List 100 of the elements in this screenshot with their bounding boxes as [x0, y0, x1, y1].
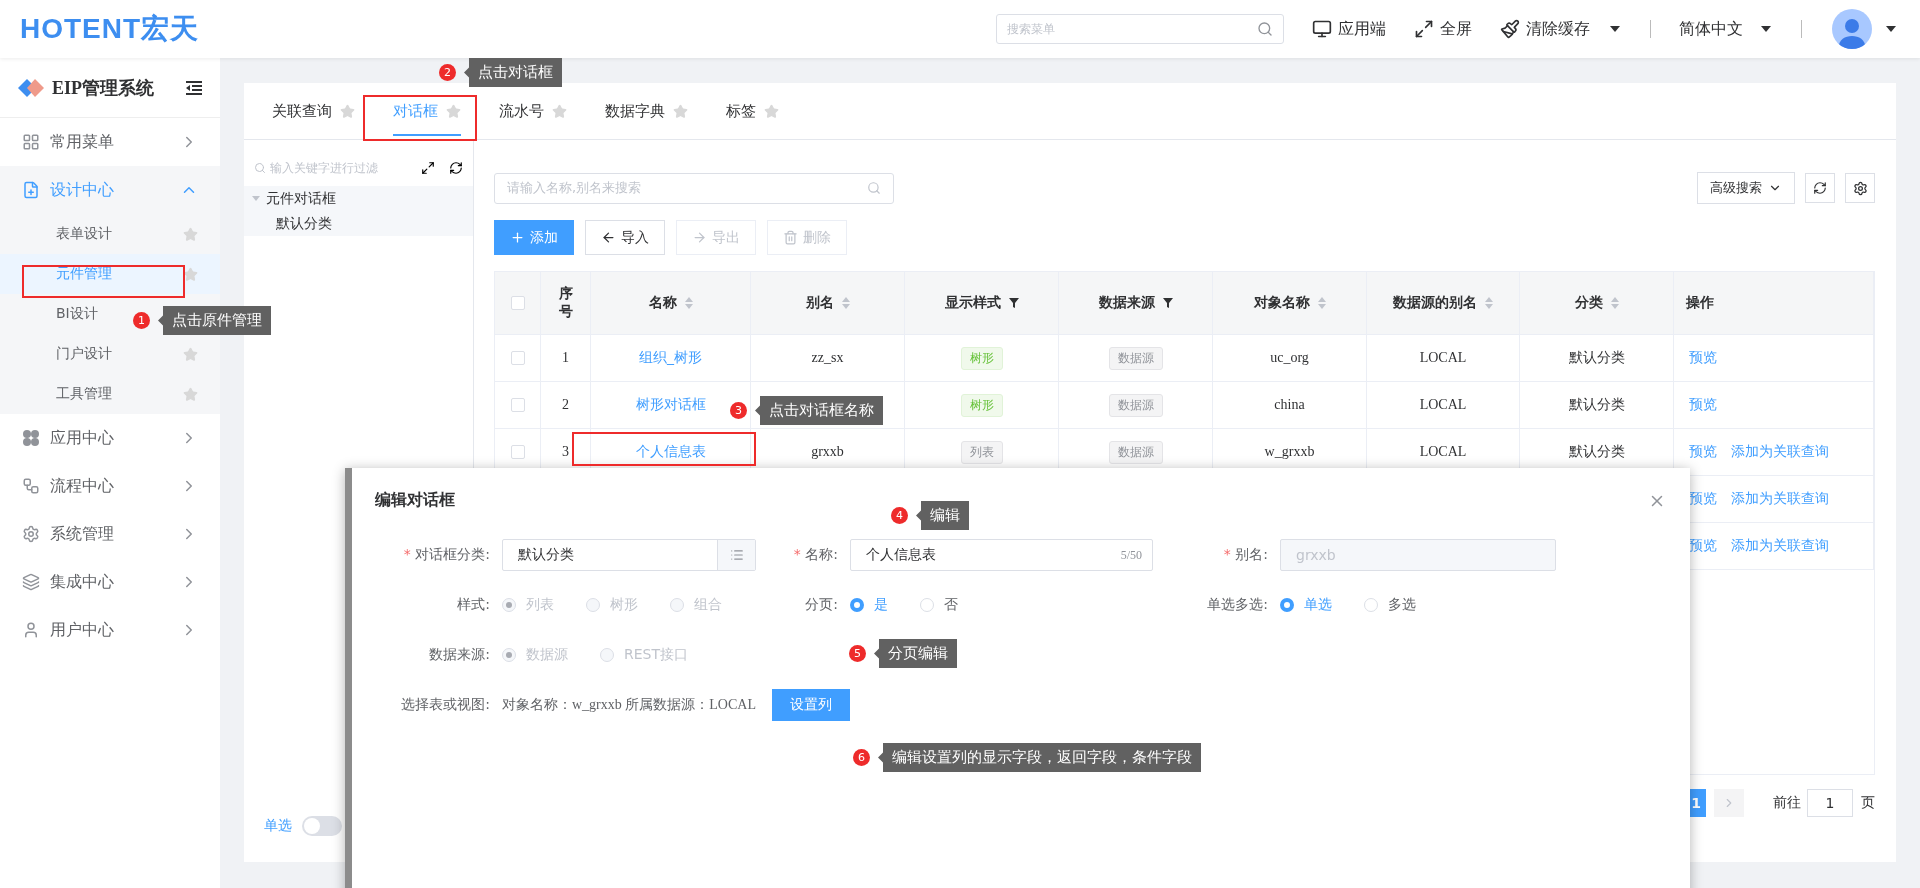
source-tag: 数据源 — [1108, 346, 1163, 370]
star-icon[interactable] — [183, 266, 198, 282]
tree-node[interactable]: 元件对话框 — [244, 186, 473, 211]
filter-icon[interactable] — [1162, 298, 1173, 308]
toolbar-button[interactable]: 添加 — [494, 220, 574, 255]
page-suffix: 页 — [1861, 794, 1875, 812]
settings-icon — [1852, 180, 1868, 196]
table-cell: 3 — [562, 444, 569, 460]
menu-search-field[interactable]: 搜索菜单 — [996, 14, 1284, 44]
header-action[interactable]: 清除缓存 — [1526, 18, 1590, 40]
star-icon[interactable] — [552, 103, 567, 119]
star-icon[interactable] — [183, 346, 198, 362]
advanced-search-button[interactable]: 高级搜索 — [1697, 172, 1795, 204]
action-link[interactable]: 预览 — [1689, 349, 1717, 367]
star-icon[interactable] — [183, 226, 198, 242]
text-field[interactable]: 个人信息表 5/50 — [850, 539, 1153, 571]
tab[interactable]: 对话框 — [393, 96, 461, 136]
radio-option[interactable]: 单选 — [1280, 596, 1332, 614]
radio-option[interactable]: 是 — [850, 596, 888, 614]
sort-icon[interactable] — [1317, 297, 1326, 309]
category-select[interactable]: 默认分类 — [502, 539, 756, 571]
file-plus-icon — [22, 181, 40, 199]
refresh-icon[interactable] — [449, 161, 463, 175]
step-tooltip: 分页编辑 — [874, 639, 957, 668]
star-icon[interactable] — [446, 103, 461, 119]
sort-icon[interactable] — [1610, 297, 1619, 309]
page-input[interactable]: 1 — [1807, 789, 1853, 817]
column-header: 数据源的别名 — [1393, 294, 1477, 312]
step-tooltip: 编辑设置列的显示字段，返回字段，条件字段 — [878, 743, 1201, 772]
tab[interactable]: 流水号 — [499, 96, 567, 136]
step-tooltip: 点击原件管理 — [158, 306, 271, 335]
submenu-item[interactable]: 工具管理 — [0, 374, 220, 414]
style-tag: 树形 — [960, 346, 1003, 370]
caret-icon[interactable] — [1761, 26, 1771, 32]
star-icon[interactable] — [764, 103, 779, 119]
action-link[interactable]: 预览 — [1689, 443, 1717, 461]
field-label: * 对话框分类: — [402, 546, 490, 564]
radio-option[interactable]: 否 — [920, 596, 958, 614]
checkbox[interactable] — [510, 398, 525, 412]
caret-icon[interactable] — [1610, 26, 1620, 32]
set-columns-button[interactable]: 设置列 — [771, 689, 850, 721]
source-tag: 数据源 — [1108, 393, 1163, 417]
submenu-item[interactable]: 表单设计 — [0, 214, 220, 254]
avatar[interactable] — [1832, 9, 1872, 49]
checkbox[interactable] — [510, 351, 525, 365]
settings-button[interactable] — [1845, 173, 1875, 203]
column-header: 操作 — [1686, 294, 1714, 312]
search-icon — [254, 162, 266, 174]
table-cell: uc_org — [1270, 350, 1309, 366]
sort-icon[interactable] — [841, 297, 850, 309]
toolbar-button[interactable]: 导入 — [585, 220, 665, 255]
field-label: * 别名: — [1222, 546, 1268, 564]
checkbox[interactable] — [510, 296, 525, 310]
dialog-name-link[interactable]: 树形对话框 — [635, 396, 706, 414]
action-link[interactable]: 添加为关联查询 — [1731, 490, 1829, 508]
dialog-name-link[interactable]: 组织_树形 — [639, 349, 702, 367]
star-icon[interactable] — [673, 103, 688, 119]
collapse-icon[interactable] — [186, 80, 202, 95]
monitor-icon[interactable] — [1312, 19, 1332, 39]
caret-icon[interactable] — [1886, 26, 1896, 32]
toggle-switch[interactable] — [302, 816, 342, 836]
column-header: 别名 — [805, 294, 834, 312]
action-link[interactable]: 添加为关联查询 — [1731, 537, 1829, 555]
next-page-button[interactable] — [1714, 789, 1744, 817]
header-action[interactable]: 全屏 — [1440, 18, 1472, 40]
action-link[interactable]: 预览 — [1689, 396, 1717, 414]
expand-icon[interactable] — [1414, 19, 1434, 39]
submenu-item[interactable]: 元件管理 — [0, 254, 220, 294]
search-icon — [1257, 21, 1273, 37]
brush-icon[interactable] — [1500, 19, 1520, 39]
search-field[interactable]: 请输入名称,别名来搜索 — [494, 172, 894, 204]
action-link[interactable]: 预览 — [1689, 490, 1717, 508]
table-cell: china — [1274, 397, 1305, 413]
table-cell: zz_sx — [811, 350, 844, 366]
submenu-item[interactable]: 门户设计 — [0, 334, 220, 374]
filter-icon[interactable] — [1008, 298, 1019, 308]
dialog-name-link[interactable]: 个人信息表 — [635, 443, 706, 461]
tab[interactable]: 数据字典 — [605, 96, 688, 136]
tree-filter-field[interactable]: 输入关键字进行过滤 — [270, 159, 417, 177]
action-link[interactable]: 预览 — [1689, 537, 1717, 555]
sort-icon[interactable] — [1485, 297, 1493, 309]
checkbox[interactable] — [510, 445, 525, 459]
refresh-button[interactable] — [1805, 173, 1835, 203]
header-action[interactable]: 应用端 — [1338, 18, 1386, 40]
tab[interactable]: 关联查询 — [272, 96, 355, 136]
menu-item[interactable]: 设计中心 — [0, 166, 220, 214]
tab[interactable]: 标签 — [726, 96, 779, 136]
column-header: 名称 — [648, 294, 677, 312]
radio-option[interactable]: 多选 — [1364, 596, 1416, 614]
tree-node[interactable]: 默认分类 — [244, 211, 473, 236]
action-link[interactable]: 添加为关联查询 — [1731, 443, 1829, 461]
table-cell: LOCAL — [1419, 350, 1467, 366]
list-icon[interactable] — [729, 548, 744, 562]
star-icon[interactable] — [340, 103, 355, 119]
expand-icon[interactable] — [421, 161, 435, 175]
step-tooltip: 点击对话框名称 — [755, 396, 883, 425]
star-icon[interactable] — [183, 386, 198, 402]
goto-label: 前往 — [1773, 794, 1801, 812]
language-selector[interactable]: 简体中文 — [1679, 18, 1743, 40]
sort-icon[interactable] — [684, 297, 693, 309]
